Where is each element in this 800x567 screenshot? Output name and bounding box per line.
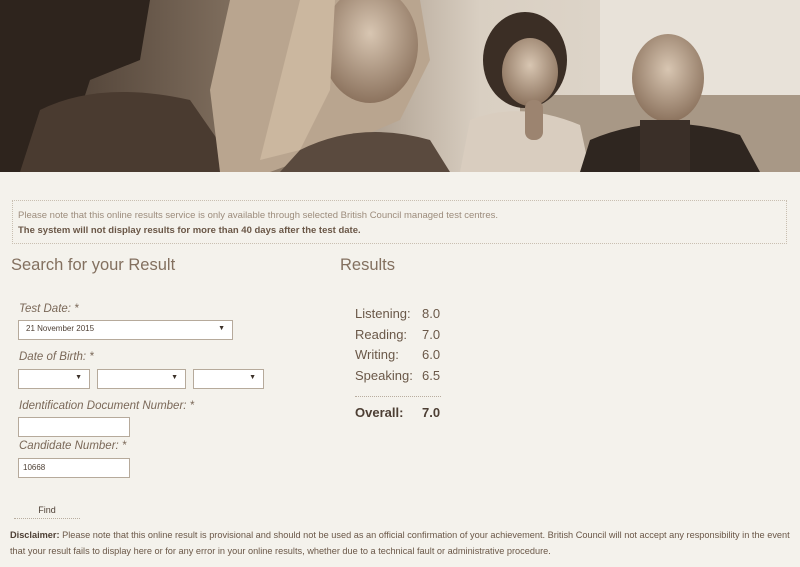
chevron-down-icon: ▼ xyxy=(249,374,256,381)
results-heading: Results xyxy=(340,256,396,274)
disclaimer: Disclaimer: Please note that this online… xyxy=(10,527,790,559)
reading-label: Reading: xyxy=(355,327,408,342)
chevron-down-icon: ▼ xyxy=(218,325,225,332)
test-date-select[interactable]: 21 November 2015 ▼ xyxy=(18,320,233,340)
test-date-value: 21 November 2015 xyxy=(26,324,95,333)
writing-score: 6.0 xyxy=(422,347,441,362)
candidate-number-label: Candidate Number: * xyxy=(19,440,127,452)
dob-month-select[interactable]: ▼ xyxy=(97,369,186,389)
notice-line-2: The system will not display results for … xyxy=(18,225,361,236)
notice-line-1: Please note that this online results ser… xyxy=(18,210,499,221)
reading-score: 7.0 xyxy=(422,327,441,342)
chevron-down-icon: ▼ xyxy=(75,374,82,381)
dob-year-select[interactable]: ▼ xyxy=(193,369,264,389)
header-banner-photo xyxy=(0,0,800,172)
overall-label: Overall: xyxy=(355,405,404,420)
students-photo xyxy=(0,0,800,172)
candidate-number-input[interactable]: 10668 xyxy=(18,458,130,478)
listening-label: Listening: xyxy=(355,306,411,321)
speaking-score: 6.5 xyxy=(422,368,441,383)
overall-score: 7.0 xyxy=(422,405,441,420)
disclaimer-heading: Disclaimer: xyxy=(10,530,60,540)
results-divider xyxy=(355,396,441,397)
id-document-input[interactable] xyxy=(18,417,130,437)
availability-notice: Please note that this online results ser… xyxy=(12,200,787,244)
dob-day-select[interactable]: ▼ xyxy=(18,369,90,389)
find-button[interactable]: Find xyxy=(14,501,80,519)
listening-score: 8.0 xyxy=(422,306,441,321)
test-date-label: Test Date: * xyxy=(19,303,79,315)
id-document-label: Identification Document Number: * xyxy=(19,400,195,412)
writing-label: Writing: xyxy=(355,347,399,362)
dob-label: Date of Birth: * xyxy=(19,351,94,363)
disclaimer-text: Please note that this online result is p… xyxy=(10,530,790,556)
speaking-label: Speaking: xyxy=(355,368,413,383)
search-heading: Search for your Result xyxy=(11,256,176,274)
chevron-down-icon: ▼ xyxy=(171,374,178,381)
